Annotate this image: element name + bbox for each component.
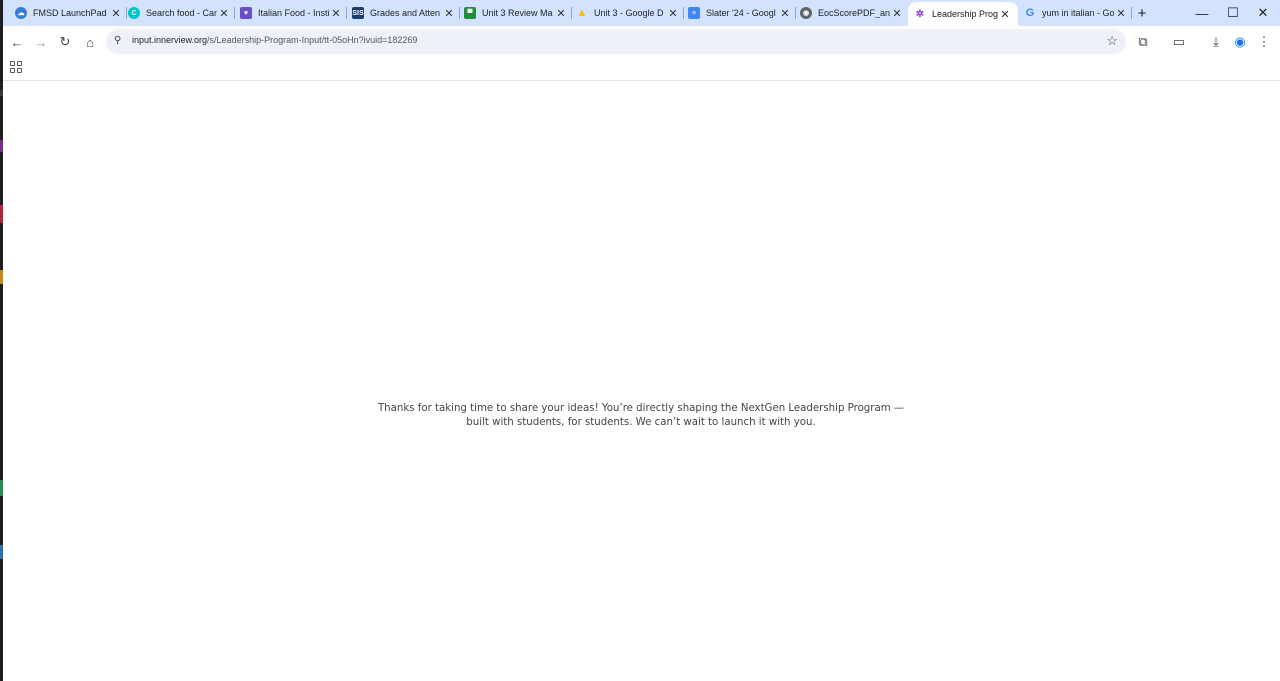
tab-title: Search food - Can (146, 8, 217, 18)
forward-button[interactable]: → (32, 33, 50, 51)
close-icon[interactable]: ✕ (890, 6, 904, 20)
browser-window: ☁ FMSD LaunchPad ✕ C Search food - Can ✕… (3, 0, 1280, 681)
close-icon[interactable]: ✕ (554, 6, 568, 20)
new-tab-button[interactable]: + (1134, 5, 1150, 22)
tab-search-icon[interactable]: ▭ (1170, 33, 1188, 51)
close-window-button[interactable]: ✕ (1254, 4, 1272, 22)
close-icon[interactable]: ✕ (442, 6, 456, 20)
download-icon[interactable]: ⤓ (1207, 33, 1225, 51)
site-info-icon[interactable]: ⚲ (114, 35, 121, 46)
tab-slater-docs[interactable]: ≡ Slater '24 - Googl ✕ (688, 3, 796, 23)
desktop-edge-mark (0, 205, 3, 223)
tab-leadership-program[interactable]: ✲ Leadership Progra ✕ (908, 2, 1018, 26)
thank-you-message: Thanks for taking time to share your ide… (377, 403, 905, 428)
bookmarks-bar (3, 57, 1280, 81)
tab-italian-food[interactable]: ♥ Italian Food - Insti ✕ (240, 3, 347, 23)
tab-title: FMSD LaunchPad (33, 8, 107, 18)
close-icon[interactable]: ✕ (329, 6, 343, 20)
browser-toolbar: ← → ↻ ⌂ ⚲ input.innerview.org/s/Leadersh… (3, 26, 1280, 57)
extensions-icon[interactable]: ⧉ (1134, 33, 1152, 51)
desktop-edge-mark (0, 270, 3, 284)
tab-title: Italian Food - Insti (258, 8, 329, 18)
tab-title: Unit 3 - Google D (594, 8, 664, 18)
minimize-button[interactable]: — (1193, 4, 1211, 22)
tab-title: Unit 3 Review Ma (482, 8, 553, 18)
close-icon[interactable]: ✕ (1114, 6, 1128, 20)
drive-icon: ▲ (576, 7, 588, 19)
home-button[interactable]: ⌂ (81, 33, 99, 51)
cloud-icon: ☁ (15, 7, 27, 19)
close-icon[interactable]: ✕ (217, 6, 231, 20)
close-icon[interactable]: ✕ (778, 6, 792, 20)
tab-grades-attendance[interactable]: SIS Grades and Atten ✕ (352, 3, 460, 23)
address-url[interactable]: input.innerview.org/s/Leadership-Program… (132, 35, 417, 45)
tab-separator (683, 7, 684, 19)
url-path: /s/Leadership-Program-Input/tt-05oHn?ivu… (207, 35, 418, 45)
reload-button[interactable]: ↻ (56, 33, 74, 51)
tab-strip: ☁ FMSD LaunchPad ✕ C Search food - Can ✕… (3, 0, 1280, 26)
close-icon[interactable]: ✕ (998, 7, 1012, 21)
tab-unit3-review[interactable]: ▀ Unit 3 Review Ma ✕ (464, 3, 572, 23)
canva-icon: C (128, 7, 140, 19)
tab-unit3-drive[interactable]: ▲ Unit 3 - Google D ✕ (576, 3, 684, 23)
menu-icon[interactable]: ⋮ (1255, 33, 1273, 51)
tab-title: Leadership Progra (932, 9, 998, 19)
docs-icon: ≡ (688, 7, 700, 19)
tab-title: EocScorePDF_anj (818, 8, 890, 18)
tab-search-food[interactable]: C Search food - Can ✕ (128, 3, 235, 23)
desktop-edge-mark (0, 480, 3, 496)
tab-title: Grades and Atten (370, 8, 441, 18)
close-icon[interactable]: ✕ (666, 6, 680, 20)
tab-separator (1131, 7, 1132, 19)
innerview-icon: ✲ (915, 8, 925, 20)
apps-grid-icon[interactable] (10, 61, 22, 73)
tab-yum-in-italian[interactable]: G yum in italian - Go ✕ (1024, 3, 1132, 23)
back-button[interactable]: ← (8, 33, 26, 51)
sis-icon: SIS (352, 7, 364, 19)
profile-icon[interactable]: ◉ (1231, 33, 1249, 51)
chat-bubble-icon: ♥ (240, 7, 252, 19)
maximize-button[interactable]: ☐ (1224, 4, 1242, 22)
tab-separator (346, 7, 347, 19)
tab-separator (571, 7, 572, 19)
desktop-edge-mark (0, 140, 3, 152)
tab-separator (795, 7, 796, 19)
desktop-edge-mark (0, 545, 3, 559)
url-host: input.innerview.org (132, 35, 208, 45)
close-icon[interactable]: ✕ (109, 6, 123, 20)
page-content: Thanks for taking time to share your ide… (3, 81, 1280, 681)
tab-title: Slater '24 - Googl (706, 8, 776, 18)
tab-eocscore-pdf[interactable]: ◉ EocScorePDF_anj ✕ (800, 3, 904, 23)
desktop-edge-mark (0, 90, 3, 96)
tab-separator (459, 7, 460, 19)
classroom-icon: ▀ (464, 7, 476, 19)
tab-title: yum in italian - Go (1042, 8, 1114, 18)
tab-separator (126, 7, 127, 19)
tab-separator (234, 7, 235, 19)
google-icon: G (1025, 7, 1035, 19)
tab-fmsd-launchpad[interactable]: ☁ FMSD LaunchPad ✕ (15, 3, 127, 23)
globe-icon: ◉ (800, 7, 812, 19)
bookmark-star-icon[interactable]: ☆ (1106, 33, 1118, 49)
address-bar[interactable]: ⚲ input.innerview.org/s/Leadership-Progr… (106, 29, 1126, 54)
